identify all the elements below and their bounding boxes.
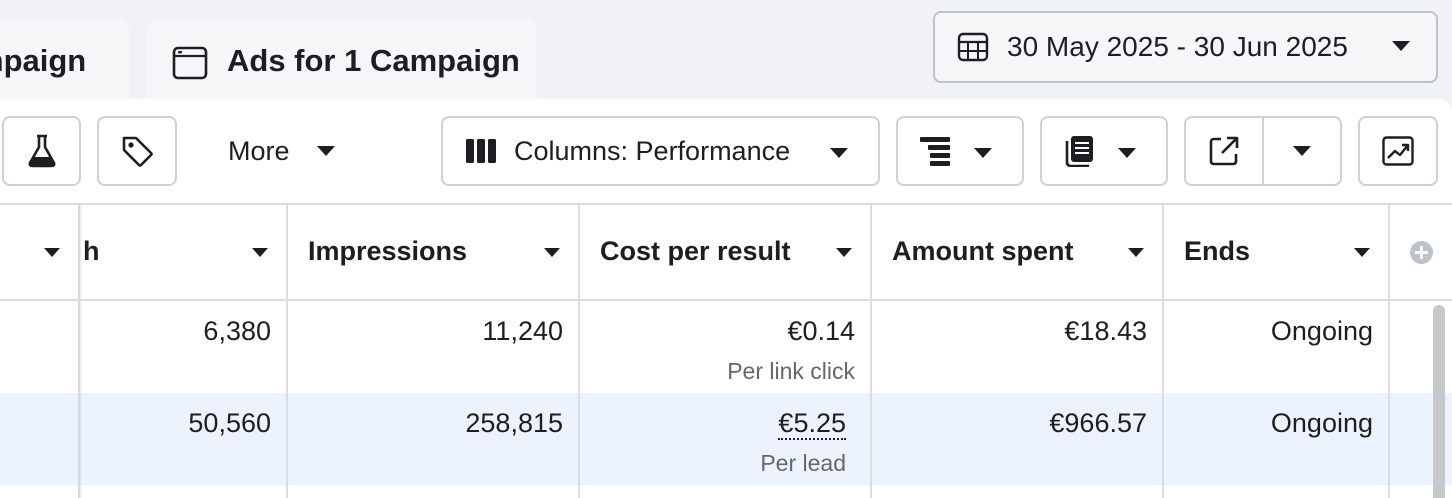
divider — [0, 299, 1452, 301]
columns-dropdown[interactable]: Columns: Performance — [441, 116, 880, 186]
cost-subtext: Per lead — [760, 450, 846, 476]
tag-button[interactable] — [97, 116, 177, 186]
amount-spent-cell: €966.57 — [1049, 408, 1147, 438]
breakdown-icon — [920, 137, 950, 166]
chevron-down-icon[interactable] — [252, 248, 268, 257]
flask-icon — [28, 134, 55, 168]
ads-panel: More Columns: Performance 50,560 258,815… — [0, 99, 1452, 498]
chevron-down-icon[interactable] — [1128, 248, 1144, 257]
column-header-amount-spent[interactable]: Amount spent — [872, 203, 1162, 299]
column-header-label: Ends — [1184, 235, 1251, 266]
chevron-down-icon[interactable] — [1354, 248, 1370, 257]
columns-label: Columns: Performance — [514, 135, 791, 166]
chevron-down-icon — [316, 146, 335, 156]
table-row[interactable]: 50,560 258,815 €5.25 Per lead €966.57 On… — [0, 393, 1452, 485]
columns-icon — [466, 139, 496, 163]
amount-spent-cell: €18.43 — [1064, 316, 1147, 346]
column-header-cost-per-result[interactable]: Cost per result — [580, 203, 870, 299]
reports-button[interactable] — [1040, 116, 1168, 186]
calendar-icon — [957, 32, 989, 62]
cost-per-result-cell: €5.25 Per lead — [580, 393, 846, 485]
date-range-picker[interactable]: 30 May 2025 - 30 Jun 2025 — [933, 11, 1438, 83]
reach-cell: 50,560 — [188, 408, 271, 438]
breakdown-button[interactable] — [896, 116, 1024, 186]
column-header-label: Cost per result — [600, 235, 791, 266]
tag-icon — [122, 136, 153, 167]
more-label: More — [228, 135, 290, 166]
date-range-label: 30 May 2025 - 30 Jun 2025 — [1007, 31, 1348, 62]
reports-icon — [1065, 136, 1093, 167]
chevron-down-icon[interactable] — [44, 248, 60, 257]
cost-value: €0.14 — [787, 316, 855, 346]
chevron-down-icon — [1293, 146, 1311, 156]
column-header-name[interactable] — [0, 203, 78, 299]
table-row[interactable]: 6,380 11,240 €0.14 Per link click €18.43… — [0, 301, 1452, 393]
column-header-label: h — [83, 235, 100, 266]
column-divider — [1388, 203, 1390, 498]
impressions-cell: 11,240 — [482, 316, 563, 346]
chevron-down-icon — [974, 148, 992, 158]
column-header-label: Impressions — [308, 235, 468, 266]
cost-per-result-cell: €0.14 Per link click — [580, 301, 855, 393]
ends-cell: Ongoing — [1270, 316, 1373, 346]
chevron-down-icon[interactable] — [544, 248, 560, 257]
add-column-icon[interactable] — [1410, 241, 1433, 264]
column-header-impressions[interactable]: Impressions — [288, 203, 578, 299]
vertical-scrollbar[interactable] — [1433, 305, 1445, 498]
export-icon — [1209, 136, 1239, 166]
export-button[interactable] — [1186, 118, 1264, 184]
tab-campaigns-label: mpaign — [0, 43, 87, 78]
column-header-label: Amount spent — [892, 235, 1074, 266]
export-options-dropdown[interactable] — [1264, 118, 1340, 184]
tab-ads[interactable]: Ads for 1 Campaign — [146, 18, 537, 102]
impressions-cell: 258,815 — [465, 408, 563, 438]
more-button[interactable]: More — [200, 116, 360, 186]
chevron-down-icon — [830, 148, 848, 158]
chevron-down-icon — [1392, 41, 1410, 51]
ab-test-button[interactable] — [2, 116, 81, 186]
cost-subtext: Per link click — [727, 358, 855, 384]
reach-cell: 6,380 — [203, 316, 271, 346]
column-header-reach[interactable]: h — [83, 203, 286, 299]
chevron-down-icon — [1118, 148, 1136, 158]
column-header-ends[interactable]: Ends — [1164, 203, 1388, 299]
tab-ads-label: Ads for 1 Campaign — [227, 43, 520, 78]
ends-cell: Ongoing — [1270, 408, 1373, 438]
charts-button[interactable] — [1358, 116, 1438, 186]
cost-value[interactable]: €5.25 — [778, 408, 846, 440]
tab-campaigns[interactable]: mpaign — [0, 18, 130, 102]
export-button-group — [1184, 116, 1342, 186]
ad-window-icon — [172, 46, 208, 80]
chevron-down-icon[interactable] — [836, 248, 852, 257]
ads-table: 50,560 258,815 €5.25 Per lead €966.57 On… — [0, 203, 1452, 498]
chart-icon — [1382, 136, 1414, 166]
